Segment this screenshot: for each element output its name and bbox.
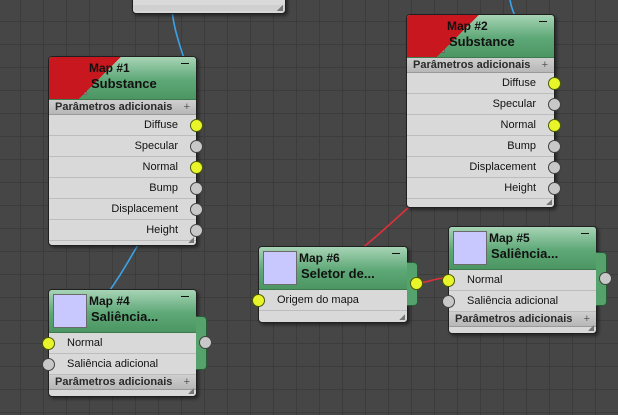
output-socket[interactable] xyxy=(199,336,212,349)
slot-displacement: Displacement xyxy=(49,199,203,220)
slot-height: Height xyxy=(49,220,203,241)
input-socket[interactable] xyxy=(442,274,455,287)
resize-grip-icon[interactable] xyxy=(277,5,283,11)
input-socket[interactable] xyxy=(548,182,561,195)
resize-grip-icon[interactable] xyxy=(399,314,405,320)
input-socket[interactable] xyxy=(548,140,561,153)
slot-normal: Normal xyxy=(407,115,561,136)
output-socket[interactable] xyxy=(599,272,612,285)
minimize-icon[interactable] xyxy=(580,230,590,238)
resize-grip-icon[interactable] xyxy=(188,388,194,394)
resize-grip-icon[interactable] xyxy=(588,325,594,331)
node-title: Map #6 Seletor de... xyxy=(299,251,375,281)
slot-diffuse: Diffuse xyxy=(49,115,203,136)
node-map5[interactable]: Map #5 Saliência... Normal Saliência adi… xyxy=(442,226,597,334)
node-header[interactable]: Map #1 Substance xyxy=(49,57,196,100)
slot-bump: Bump xyxy=(407,136,561,157)
slot-diffuse: Diffuse xyxy=(407,73,561,94)
normal-map-swatch-icon xyxy=(263,251,297,285)
node-footer xyxy=(133,5,285,11)
slot-normal: Normal xyxy=(49,157,203,178)
input-socket[interactable] xyxy=(190,119,203,132)
input-socket[interactable] xyxy=(42,337,55,350)
input-socket[interactable] xyxy=(548,119,561,132)
resize-grip-icon[interactable] xyxy=(546,199,552,205)
slot-normal: Normal xyxy=(42,333,196,354)
node-map1[interactable]: Map #1 Substance Parâmetros adicionais + … xyxy=(48,56,203,246)
node-header[interactable]: Map #2 Substance xyxy=(407,15,554,58)
node-map6[interactable]: Map #6 Seletor de... Origem do mapa xyxy=(252,246,408,323)
plus-icon[interactable]: + xyxy=(184,100,190,114)
minimize-icon[interactable] xyxy=(391,250,401,258)
input-socket[interactable] xyxy=(190,203,203,216)
node-title: Map #1 Substance xyxy=(89,61,157,91)
slot-origem-do-mapa: Origem do mapa xyxy=(252,290,407,311)
input-socket[interactable] xyxy=(548,98,561,111)
input-socket[interactable] xyxy=(190,224,203,237)
node-header[interactable]: Map #4 Saliência... xyxy=(49,290,196,333)
input-socket[interactable] xyxy=(190,140,203,153)
output-socket[interactable] xyxy=(410,277,423,290)
slot-saliencia-adicional: Saliência adicional xyxy=(42,354,196,375)
slot-height: Height xyxy=(407,178,561,199)
slot-displacement: Displacement xyxy=(407,157,561,178)
minimize-icon[interactable] xyxy=(538,18,548,26)
normal-map-swatch-icon xyxy=(53,294,87,328)
resize-grip-icon[interactable] xyxy=(188,237,194,243)
node-header[interactable]: Map #6 Seletor de... xyxy=(259,247,407,290)
slot-normal: Normal xyxy=(442,270,596,291)
normal-map-swatch-icon xyxy=(453,231,487,265)
input-socket[interactable] xyxy=(252,294,265,307)
slot-saliencia-adicional: Saliência adicional xyxy=(442,291,596,312)
node-header[interactable]: Map #5 Saliência... xyxy=(449,227,596,270)
section-header[interactable]: Parâmetros adicionais + xyxy=(407,58,554,73)
slot-bump: Bump xyxy=(49,178,203,199)
plus-icon[interactable]: + xyxy=(184,375,190,389)
input-socket[interactable] xyxy=(548,161,561,174)
node-title: Map #5 Saliência... xyxy=(489,231,559,261)
section-header[interactable]: Parâmetros adicionais + xyxy=(449,312,596,327)
slot-specular: Specular xyxy=(407,94,561,115)
input-socket[interactable] xyxy=(442,295,455,308)
plus-icon[interactable]: + xyxy=(542,58,548,72)
minimize-icon[interactable] xyxy=(180,293,190,301)
minimize-icon[interactable] xyxy=(180,60,190,68)
node-map2[interactable]: Map #2 Substance Parâmetros adicionais + … xyxy=(406,14,561,208)
node-partial-top[interactable] xyxy=(132,0,286,14)
input-socket[interactable] xyxy=(548,77,561,90)
node-map4[interactable]: Map #4 Saliência... Normal Saliência adi… xyxy=(42,289,197,397)
section-header[interactable]: Parâmetros adicionais + xyxy=(49,375,196,390)
node-title: Map #4 Saliência... xyxy=(89,294,159,324)
slot-specular: Specular xyxy=(49,136,203,157)
input-socket[interactable] xyxy=(42,358,55,371)
node-title: Map #2 Substance xyxy=(447,19,515,49)
input-socket[interactable] xyxy=(190,182,203,195)
section-header[interactable]: Parâmetros adicionais + xyxy=(49,100,196,115)
input-socket[interactable] xyxy=(190,161,203,174)
plus-icon[interactable]: + xyxy=(584,312,590,326)
